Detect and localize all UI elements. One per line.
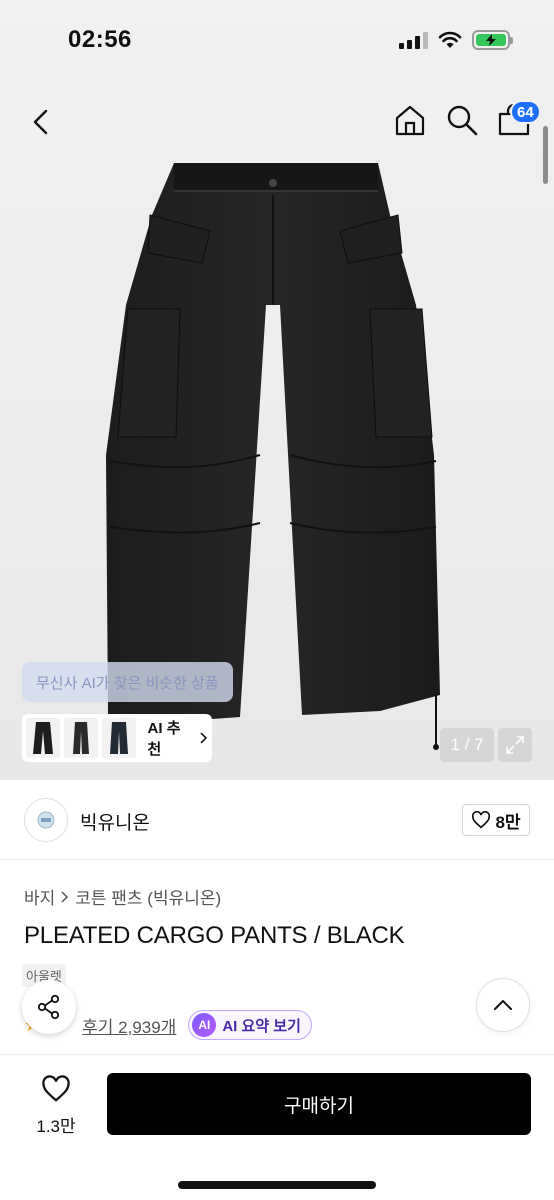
search-icon[interactable] <box>442 100 482 140</box>
battery-icon <box>472 30 513 50</box>
wishlist-count: 1.3만 <box>36 1117 76 1136</box>
ai-recommend-strip[interactable]: AI 추천 <box>22 714 212 762</box>
image-counter: 1 / 7 <box>440 728 494 762</box>
brand-row: 빅유니온 8만 <box>0 780 554 860</box>
wishlist-button[interactable]: 1.3만 <box>32 1075 80 1137</box>
breadcrumb-subcategory[interactable]: 코튼 팬츠 (빅유니온) <box>75 884 221 909</box>
product-gallery[interactable]: 02:56 64 무신사 AI가 찾은 비슷한 상품 AI 추천 1 / 7 <box>0 0 554 780</box>
ai-badge: AI <box>192 1013 217 1037</box>
scrollbar[interactable] <box>543 126 548 184</box>
top-nav <box>0 92 554 152</box>
home-indicator <box>178 1181 376 1189</box>
bottom-bar: 1.3만 구매하기 <box>0 1054 554 1200</box>
ai-similar-tooltip[interactable]: 무신사 AI가 찾은 비슷한 상품 <box>22 662 233 702</box>
breadcrumb-category[interactable]: 바지 <box>24 884 55 909</box>
status-time: 02:56 <box>68 26 132 53</box>
status-bar: 02:56 <box>0 0 554 84</box>
brand-name[interactable]: 빅유니온 <box>80 808 150 835</box>
wifi-icon <box>438 31 462 48</box>
scroll-top-button[interactable] <box>476 978 530 1032</box>
share-button[interactable] <box>22 980 76 1034</box>
cart-count-badge: 64 <box>510 100 541 124</box>
brand-logo[interactable] <box>24 798 68 842</box>
ai-summary-button[interactable]: AI AI 요약 보기 <box>188 1010 312 1040</box>
product-title: PLEATED CARGO PANTS / BLACK <box>24 922 405 949</box>
signal-icon <box>399 31 428 49</box>
heart-icon <box>472 811 491 829</box>
breadcrumb: 바지 코튼 팬츠 (빅유니온) <box>24 884 221 909</box>
share-icon <box>37 994 60 1020</box>
thumbnail[interactable] <box>101 718 136 758</box>
heart-icon <box>42 1075 70 1102</box>
status-icons <box>399 30 513 50</box>
chevron-right-icon <box>61 890 69 903</box>
chevron-up-icon <box>494 1000 512 1010</box>
buy-button[interactable]: 구매하기 <box>107 1073 531 1135</box>
thumbnail[interactable] <box>26 718 60 758</box>
review-count-link[interactable]: 후기 2,939개 <box>82 1013 176 1038</box>
chevron-right-icon <box>200 732 208 744</box>
thumbnail[interactable] <box>63 718 98 758</box>
home-icon[interactable] <box>390 100 430 140</box>
expand-icon[interactable] <box>498 728 532 762</box>
brand-like-button[interactable]: 8만 <box>462 804 530 836</box>
ai-recommend-link[interactable]: AI 추천 <box>148 717 208 759</box>
back-icon[interactable] <box>22 102 62 142</box>
